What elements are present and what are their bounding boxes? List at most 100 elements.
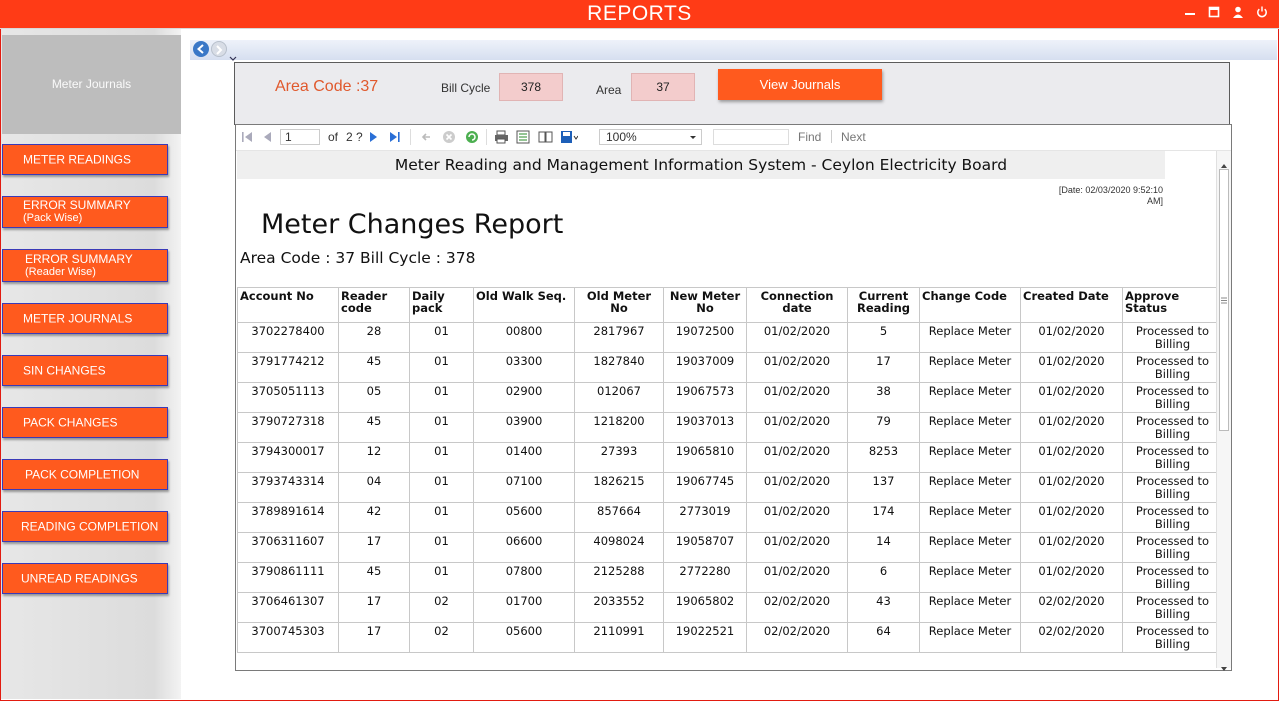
table-cell: 05600: [473, 622, 575, 653]
bill-cycle-label: Bill Cycle: [441, 81, 491, 95]
table-cell: 01/02/2020: [1020, 382, 1123, 413]
find-input[interactable]: [713, 129, 789, 145]
table-cell: 07100: [473, 472, 575, 503]
bill-cycle-input[interactable]: 378: [499, 73, 563, 101]
export-icon[interactable]: [560, 130, 579, 144]
table-row: 3706311607 17 01 06600 4098024 19058707 01/02/…: [237, 532, 1217, 563]
nav-pack-changes[interactable]: PACK CHANGES: [2, 407, 168, 438]
table-cell: 01700: [473, 592, 575, 623]
user-icon[interactable]: [1231, 6, 1245, 20]
nav-reading-completion[interactable]: READING COMPLETION: [2, 511, 168, 542]
table-cell: 01: [409, 322, 474, 353]
column-header: Current Reading: [847, 287, 920, 323]
scroll-down-icon[interactable]: [1220, 657, 1228, 676]
last-page-icon[interactable]: [388, 130, 402, 144]
back-icon[interactable]: [193, 41, 209, 57]
power-icon[interactable]: [1255, 6, 1269, 20]
report-date-line1: [Date: 02/03/2020 9:52:10: [1058, 185, 1163, 195]
table-cell: 012067: [574, 382, 664, 413]
previous-page-icon[interactable]: [261, 130, 275, 144]
nav-error-summary-reader[interactable]: ERROR SUMMARY (Reader Wise): [2, 249, 168, 282]
find-link[interactable]: Find: [798, 130, 821, 144]
nav-label: SIN CHANGES: [23, 363, 106, 377]
nav-unread-readings[interactable]: UNREAD READINGS: [2, 563, 168, 594]
table-cell: 45: [338, 352, 410, 383]
nav-sublabel: (Pack Wise): [23, 212, 83, 224]
page-of-label: of: [328, 130, 339, 144]
next-page-icon[interactable]: [366, 130, 380, 144]
area-input[interactable]: 37: [631, 73, 695, 101]
status-line2: Billing: [1154, 397, 1191, 411]
approve-status-cell: Processed to Billing: [1122, 532, 1217, 563]
back-report-icon[interactable]: [419, 130, 433, 144]
table-cell: 01/02/2020: [1020, 442, 1123, 473]
first-page-icon[interactable]: [240, 130, 254, 144]
next-link[interactable]: Next: [841, 130, 866, 144]
table-cell: 01/02/2020: [746, 442, 848, 473]
nav-sin-changes[interactable]: SIN CHANGES: [2, 355, 168, 386]
column-header-line1: Change Code: [922, 289, 1007, 303]
table-cell: 2817967: [574, 322, 664, 353]
table-cell: 857664: [574, 502, 664, 533]
table-cell: 02900: [473, 382, 575, 413]
column-header-line2: pack: [412, 301, 443, 315]
table-cell: 174: [847, 502, 920, 533]
table-cell: 01/02/2020: [746, 322, 848, 353]
scrollbar-thumb[interactable]: [1219, 169, 1229, 431]
print-icon[interactable]: [494, 130, 508, 144]
column-header: Old Meter No: [574, 287, 664, 323]
approve-status-cell: Processed to Billing: [1122, 412, 1217, 443]
column-header: Connection date: [746, 287, 848, 323]
table-cell: 2125288: [574, 562, 664, 593]
view-journals-button[interactable]: View Journals: [718, 69, 882, 100]
table-cell: 19037013: [663, 412, 747, 443]
table-cell: 1826215: [574, 472, 664, 503]
table-cell: 05600: [473, 502, 575, 533]
report-date-line2: AM]: [1146, 196, 1163, 206]
table-row: 3702278400 28 01 00800 2817967 19072500 01/02/…: [237, 322, 1217, 353]
table-header-row: Account No Reader code Daily pack Old Walk Se…: [237, 287, 1217, 323]
table-cell: 28: [338, 322, 410, 353]
minimize-icon[interactable]: [1183, 6, 1197, 20]
nav-meter-readings[interactable]: METER READINGS: [2, 144, 168, 175]
table-cell: 03900: [473, 412, 575, 443]
zoom-value: 100%: [606, 130, 637, 144]
nav-meter-journals[interactable]: METER JOURNALS: [2, 303, 168, 334]
table-row: 3706461307 17 02 01700 2033552 19065802 02/02/…: [237, 592, 1217, 623]
table-cell: Replace Meter: [919, 382, 1021, 413]
table-cell: 01400: [473, 442, 575, 473]
table-cell: 43: [847, 592, 920, 623]
report-date: [Date: 02/03/2020 9:52:10 AM]: [1027, 185, 1163, 207]
approve-status-cell: Processed to Billing: [1122, 502, 1217, 533]
stop-icon[interactable]: [442, 130, 456, 144]
nav-label: METER JOURNALS: [23, 311, 133, 325]
table-cell: 19072500: [663, 322, 747, 353]
table-cell: 3790861111: [237, 562, 339, 593]
table-cell: 1218200: [574, 412, 664, 443]
vertical-scrollbar[interactable]: [1216, 151, 1231, 671]
nav-pack-completion[interactable]: PACK COMPLETION: [2, 459, 168, 490]
table-cell: Replace Meter: [919, 472, 1021, 503]
table-cell: 12: [338, 442, 410, 473]
report-toolbar: 1 of 2 ? 100% Find Next: [236, 125, 1231, 151]
browser-nav-strip: [190, 40, 1277, 60]
table-cell: 38: [847, 382, 920, 413]
maximize-icon[interactable]: [1207, 6, 1221, 20]
current-page-input[interactable]: 1: [280, 129, 320, 145]
page-total: 2 ?: [346, 130, 363, 144]
forward-icon[interactable]: [211, 41, 227, 57]
nav-error-summary-pack[interactable]: ERROR SUMMARY (Pack Wise): [2, 196, 168, 228]
table-cell: Replace Meter: [919, 352, 1021, 383]
table-cell: 02/02/2020: [1020, 622, 1123, 653]
zoom-select[interactable]: 100%: [599, 129, 702, 145]
status-line2: Billing: [1154, 637, 1191, 651]
print-layout-icon[interactable]: [516, 130, 530, 144]
refresh-icon[interactable]: [465, 130, 479, 144]
table-row: 3791774212 45 01 03300 1827840 19037009 01/02/…: [237, 352, 1217, 383]
page-setup-icon[interactable]: [538, 130, 553, 144]
table-cell: 01/02/2020: [746, 532, 848, 563]
table-cell: 01: [409, 532, 474, 563]
title-bar: REPORTS: [0, 0, 1279, 29]
column-header-line2: No: [610, 301, 628, 315]
nav-label: ERROR SUMMARY: [25, 251, 133, 266]
